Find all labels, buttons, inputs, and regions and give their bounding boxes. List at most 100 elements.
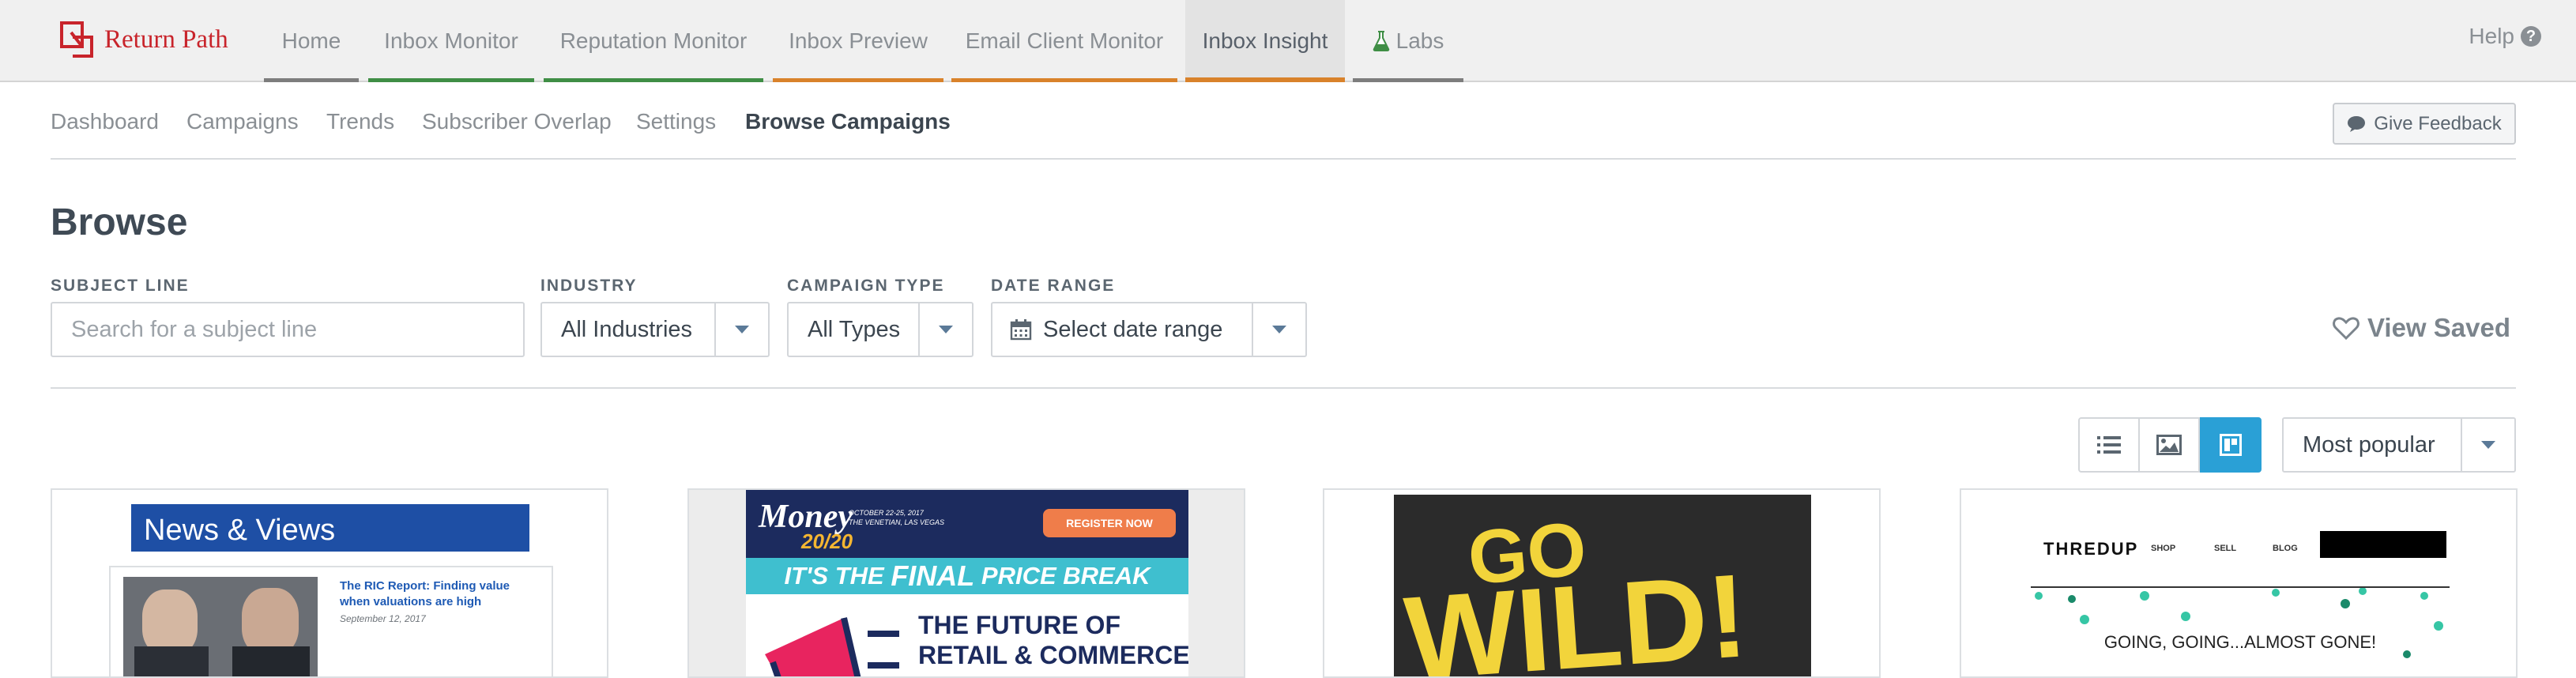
subnav-trends[interactable]: Trends — [326, 109, 394, 134]
heart-icon — [2333, 317, 2359, 340]
sort-dropdown-toggle[interactable] — [2461, 419, 2514, 471]
campaign-type-value: All Types — [808, 316, 901, 342]
event-dates: OCTOBER 22-25, 2017 — [849, 509, 924, 517]
page-title: Browse — [51, 202, 188, 243]
campaign-type-dropdown-toggle[interactable] — [918, 303, 972, 356]
image-view-button[interactable] — [2138, 417, 2200, 473]
tab-underline — [544, 78, 763, 82]
list-view-button[interactable] — [2078, 417, 2140, 473]
tab-label: Inbox Insight — [1202, 28, 1328, 53]
tab-label: Email Client Monitor — [965, 28, 1164, 53]
subnav-subscriber-overlap[interactable]: Subscriber Overlap — [422, 109, 612, 134]
tagline-line-1: THE FUTURE OF — [918, 611, 1120, 639]
date-range-picker[interactable]: Select date range — [991, 302, 1307, 357]
divider — [51, 387, 2516, 389]
grid-icon — [2220, 434, 2242, 456]
subnav-dashboard[interactable]: Dashboard — [51, 109, 159, 134]
help-label: Help — [2469, 24, 2514, 48]
tab-home[interactable]: Home — [264, 0, 359, 82]
thredup-logo: THREDUP — [2043, 539, 2139, 559]
calendar-icon — [1010, 319, 1032, 341]
tab-email-client-monitor[interactable]: Email Client Monitor — [951, 0, 1177, 82]
tab-inbox-monitor[interactable]: Inbox Monitor — [368, 0, 534, 82]
caret-down-icon — [735, 326, 749, 333]
grid-view-button[interactable] — [2200, 417, 2262, 473]
caret-down-icon — [939, 326, 953, 333]
subject-line-search-input[interactable]: Search for a subject line — [51, 302, 525, 357]
email-preview: THREDUP SHOP SELL BLOG GOING, GOING...AL… — [2031, 509, 2450, 676]
subnav-settings[interactable]: Settings — [636, 109, 716, 134]
campaign-type-label: CAMPAIGN TYPE — [787, 277, 945, 295]
price-break-banner: IT'S THE FINAL PRICE BREAK — [746, 558, 1188, 594]
date-range-value: Select date range — [1043, 316, 1223, 342]
campaign-card[interactable]: THREDUP SHOP SELL BLOG GOING, GOING...AL… — [1960, 488, 2518, 678]
email-photo — [123, 577, 318, 676]
date-range-dropdown-toggle[interactable] — [1252, 303, 1305, 356]
megaphone-icon — [765, 617, 899, 676]
image-icon — [2156, 435, 2182, 455]
tab-inbox-insight[interactable]: Inbox Insight — [1185, 0, 1345, 82]
banner-text-post: PRICE BREAK — [974, 562, 1151, 589]
return-path-logo-icon — [60, 21, 93, 58]
caret-down-icon — [2481, 441, 2495, 449]
industry-value: All Industries — [561, 316, 693, 342]
subject-line-label: SUBJECT LINE — [51, 277, 190, 295]
list-icon — [2097, 436, 2121, 454]
email-nav-sell[interactable]: SELL — [2214, 544, 2236, 553]
sort-value: Most popular — [2303, 431, 2435, 458]
subnav-browse-campaigns[interactable]: Browse Campaigns — [745, 109, 951, 134]
tab-label: Reputation Monitor — [559, 28, 748, 53]
email-preview: GO WILD! — [1394, 495, 1811, 678]
email-preview: Money 20/20 OCTOBER 22-25, 2017 THE VENE… — [746, 490, 1188, 676]
industry-dropdown-toggle[interactable] — [714, 303, 768, 356]
give-feedback-button[interactable]: Give Feedback — [2333, 103, 2516, 145]
view-saved-button[interactable]: View Saved — [2333, 313, 2510, 343]
email-header-banner: News & Views — [131, 504, 529, 552]
question-icon: ? — [2521, 26, 2541, 47]
campaign-card[interactable]: News & Views The RIC Report: Finding val… — [51, 488, 608, 678]
tab-reputation-monitor[interactable]: Reputation Monitor — [544, 0, 763, 82]
wild-text: WILD! — [1400, 548, 1752, 678]
subject-line-placeholder: Search for a subject line — [71, 316, 318, 342]
email-nav-shop[interactable]: SHOP — [2151, 544, 2175, 553]
tab-underline — [951, 78, 1177, 82]
date-range-label: DATE RANGE — [991, 277, 1116, 295]
tab-inbox-preview[interactable]: Inbox Preview — [773, 0, 943, 82]
return-path-logo[interactable]: Return Path — [58, 19, 248, 60]
banner-text-pre: IT'S THE — [784, 562, 891, 589]
speech-bubble-icon — [2348, 115, 2366, 132]
email-headline: The RIC Report: Finding value when valua… — [340, 579, 510, 608]
email-body: The RIC Report: Finding value when valua… — [109, 566, 553, 676]
give-feedback-label: Give Feedback — [2374, 112, 2502, 134]
tab-underline — [368, 78, 534, 82]
tab-label: Inbox Preview — [789, 28, 928, 53]
help-link[interactable]: Help ? — [2469, 24, 2541, 49]
subnav-campaigns[interactable]: Campaigns — [186, 109, 299, 134]
email-nav-blog[interactable]: BLOG — [2273, 544, 2298, 553]
register-now-button[interactable]: REGISTER NOW — [1043, 509, 1176, 537]
tab-label: Home — [281, 28, 341, 53]
top-nav: Return Path Home Inbox Monitor Reputatio… — [0, 0, 2576, 82]
tab-underline — [264, 78, 359, 82]
campaign-card[interactable]: GO WILD! — [1323, 488, 1881, 678]
email-header-block — [2320, 531, 2446, 558]
banner-text-emphasis: FINAL — [891, 559, 975, 592]
view-saved-label: View Saved — [2367, 313, 2511, 342]
email-header-title: News & Views — [144, 514, 336, 547]
campaign-type-select[interactable]: All Types — [787, 302, 974, 357]
tab-underline — [1353, 78, 1463, 82]
tab-label: Labs — [1395, 28, 1444, 53]
email-message: GOING, GOING...ALMOST GONE! — [2103, 632, 2377, 652]
tab-underline — [1185, 77, 1345, 82]
sort-select[interactable]: Most popular — [2282, 417, 2516, 473]
industry-label: INDUSTRY — [540, 277, 638, 295]
brand-name: Return Path — [104, 24, 228, 54]
email-tagline: THE FUTURE OF RETAIL & COMMERCE — [918, 610, 1188, 670]
caret-down-icon — [1272, 326, 1286, 333]
tab-labs[interactable]: Labs — [1353, 0, 1463, 82]
flask-icon — [1373, 31, 1389, 51]
campaign-card[interactable]: Money 20/20 OCTOBER 22-25, 2017 THE VENE… — [687, 488, 1245, 678]
industry-select[interactable]: All Industries — [540, 302, 770, 357]
tab-underline — [773, 78, 943, 82]
tagline-line-2: RETAIL & COMMERCE — [918, 641, 1188, 669]
